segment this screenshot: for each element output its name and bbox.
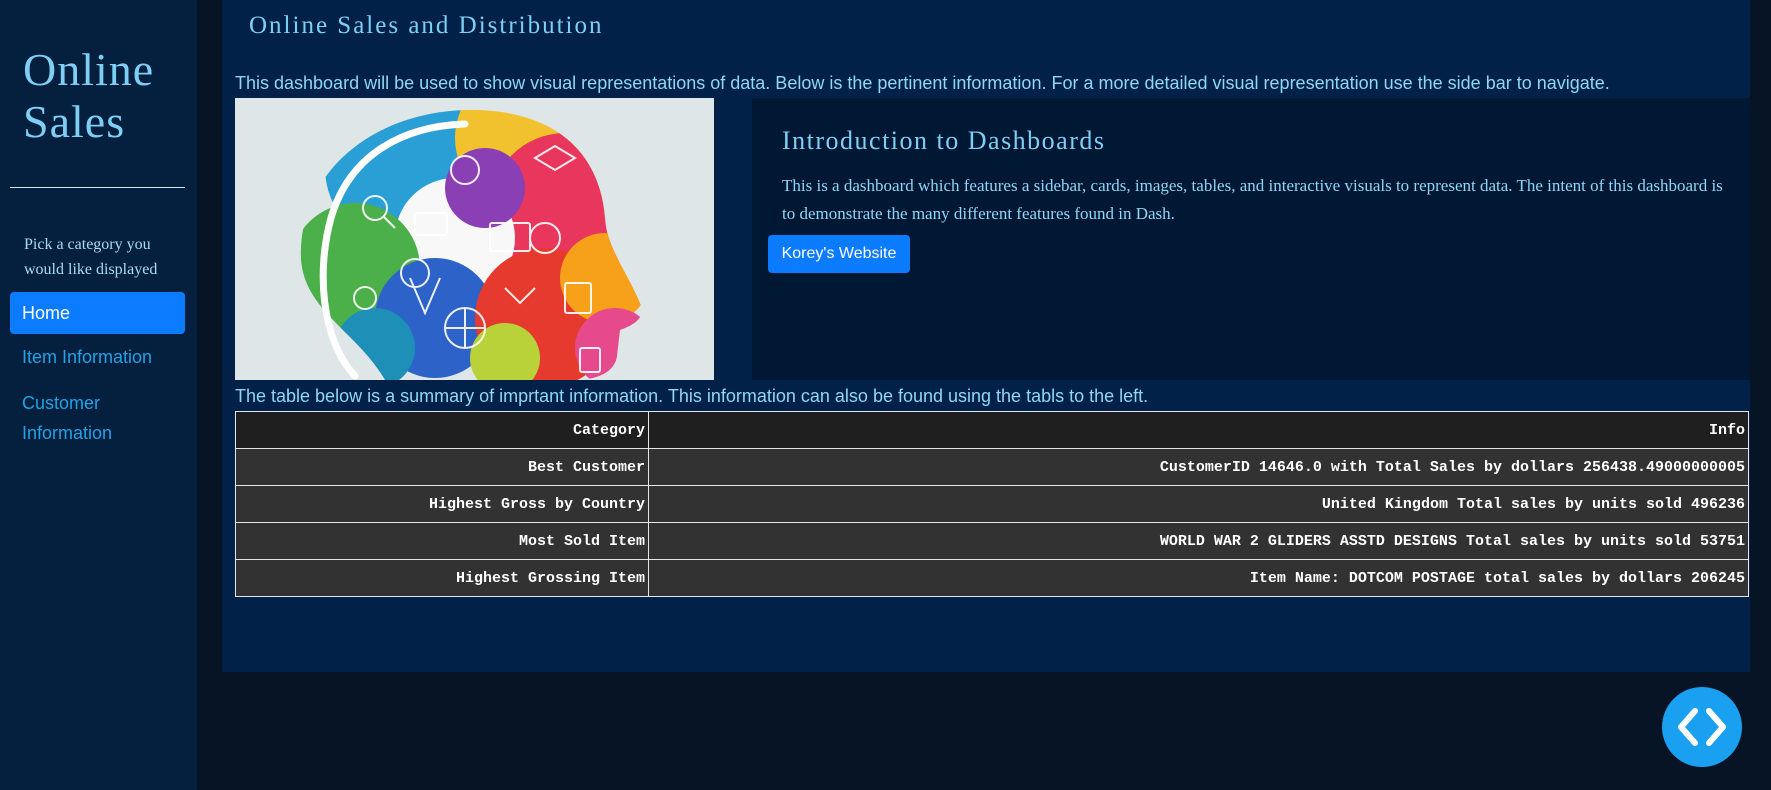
main-content: Online Sales and Distribution This dashb… bbox=[222, 0, 1750, 672]
summary-table: Category Info Best Customer CustomerID 1… bbox=[235, 411, 1749, 597]
sidebar-item-home[interactable]: Home bbox=[10, 292, 185, 334]
table-cell-info[interactable]: Item Name: DOTCOM POSTAGE total sales by… bbox=[648, 559, 1749, 597]
table-caption: The table below is a summary of imprtant… bbox=[235, 386, 1149, 406]
table-cell-info[interactable]: United Kingdom Total sales by units sold… bbox=[648, 485, 1749, 523]
column-header-info[interactable]: Info bbox=[648, 411, 1749, 449]
table-cell-category[interactable]: Highest Grossing Item bbox=[235, 559, 649, 597]
column-header-category[interactable]: Category bbox=[235, 411, 649, 449]
table-cell-category[interactable]: Best Customer bbox=[235, 448, 649, 486]
korey-website-button[interactable]: Korey's Website bbox=[768, 235, 910, 273]
card-text: This is a dashboard which features a sid… bbox=[782, 176, 1723, 223]
sidebar-prompt: Pick a category you would like displayed bbox=[24, 236, 158, 278]
sidebar: Online Sales Pick a category you would l… bbox=[0, 0, 197, 790]
sidebar-nav: Home Item Information Customer Informati… bbox=[10, 292, 185, 456]
intro-card: Introduction to Dashboards This is a das… bbox=[752, 98, 1750, 380]
sidebar-divider bbox=[10, 187, 185, 188]
table-row: Highest Gross by Country United Kingdom … bbox=[235, 485, 1749, 523]
table-cell-category[interactable]: Highest Gross by Country bbox=[235, 485, 649, 523]
sidebar-item-item-information[interactable]: Item Information bbox=[10, 334, 185, 380]
card-title: Introduction to Dashboards bbox=[782, 126, 1106, 155]
table-cell-info[interactable]: CustomerID 14646.0 with Total Sales by d… bbox=[648, 448, 1749, 486]
hero-illustration bbox=[235, 98, 714, 380]
table-header-row: Category Info bbox=[235, 411, 1749, 449]
hero-image bbox=[235, 98, 714, 380]
table-cell-info[interactable]: WORLD WAR 2 GLIDERS ASSTD DESIGNS Total … bbox=[648, 522, 1749, 560]
debug-menu-button[interactable] bbox=[1662, 687, 1742, 767]
table-cell-category[interactable]: Most Sold Item bbox=[235, 522, 649, 560]
sidebar-item-customer-information[interactable]: Customer Information bbox=[10, 380, 185, 456]
code-icon bbox=[1678, 708, 1726, 746]
table-row: Most Sold Item WORLD WAR 2 GLIDERS ASSTD… bbox=[235, 522, 1749, 560]
page-title: Online Sales and Distribution bbox=[249, 12, 604, 39]
table-row: Highest Grossing Item Item Name: DOTCOM … bbox=[235, 559, 1749, 597]
table-row: Best Customer CustomerID 14646.0 with To… bbox=[235, 448, 1749, 486]
sidebar-brand: Online Sales bbox=[23, 44, 155, 147]
intro-text: This dashboard will be used to show visu… bbox=[235, 73, 1610, 93]
